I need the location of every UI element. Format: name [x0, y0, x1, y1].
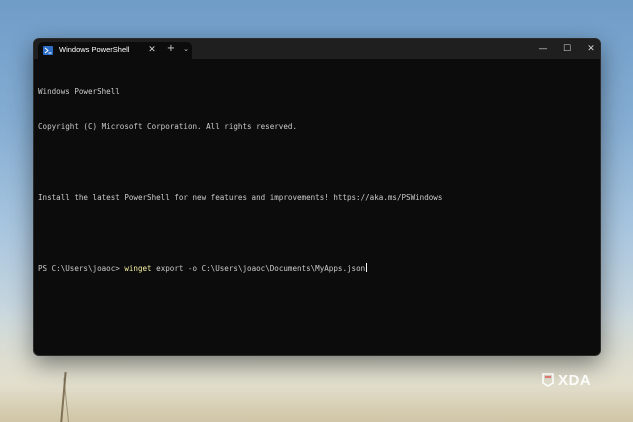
- terminal-line: Copyright (C) Microsoft Corporation. All…: [38, 121, 297, 131]
- watermark-text: XDA: [558, 371, 592, 389]
- terminal-window: Windows PowerShell ✕ + ⌄ — ☐ ✕ Windows P…: [33, 38, 601, 356]
- xda-logo-icon: [542, 373, 554, 387]
- close-icon[interactable]: ✕: [584, 42, 598, 56]
- terminal-line: Install the latest PowerShell for new fe…: [38, 192, 443, 202]
- text-cursor: [366, 262, 368, 272]
- command-arguments: export -o C:\Users\joaoc\Documents\MyApp…: [151, 263, 366, 273]
- prompt: PS C:\Users\joaoc>: [38, 263, 125, 273]
- tab-close-icon[interactable]: ✕: [146, 44, 158, 56]
- new-tab-icon[interactable]: +: [165, 43, 177, 55]
- command-line[interactable]: PS C:\Users\joaoc> winget export -o C:\U…: [38, 262, 596, 275]
- chevron-down-icon[interactable]: ⌄: [180, 43, 192, 55]
- powershell-icon: [43, 46, 53, 55]
- title-bar[interactable]: Windows PowerShell ✕ + ⌄ — ☐ ✕: [34, 39, 600, 59]
- tab-title: Windows PowerShell: [59, 45, 130, 54]
- minimize-icon[interactable]: —: [536, 42, 550, 56]
- xda-watermark: XDA: [541, 371, 591, 389]
- terminal-output[interactable]: Windows PowerShell Copyright (C) Microso…: [38, 62, 596, 351]
- command-name: winget: [124, 263, 152, 273]
- terminal-line: Windows PowerShell: [38, 86, 120, 96]
- maximize-icon[interactable]: ☐: [560, 42, 574, 56]
